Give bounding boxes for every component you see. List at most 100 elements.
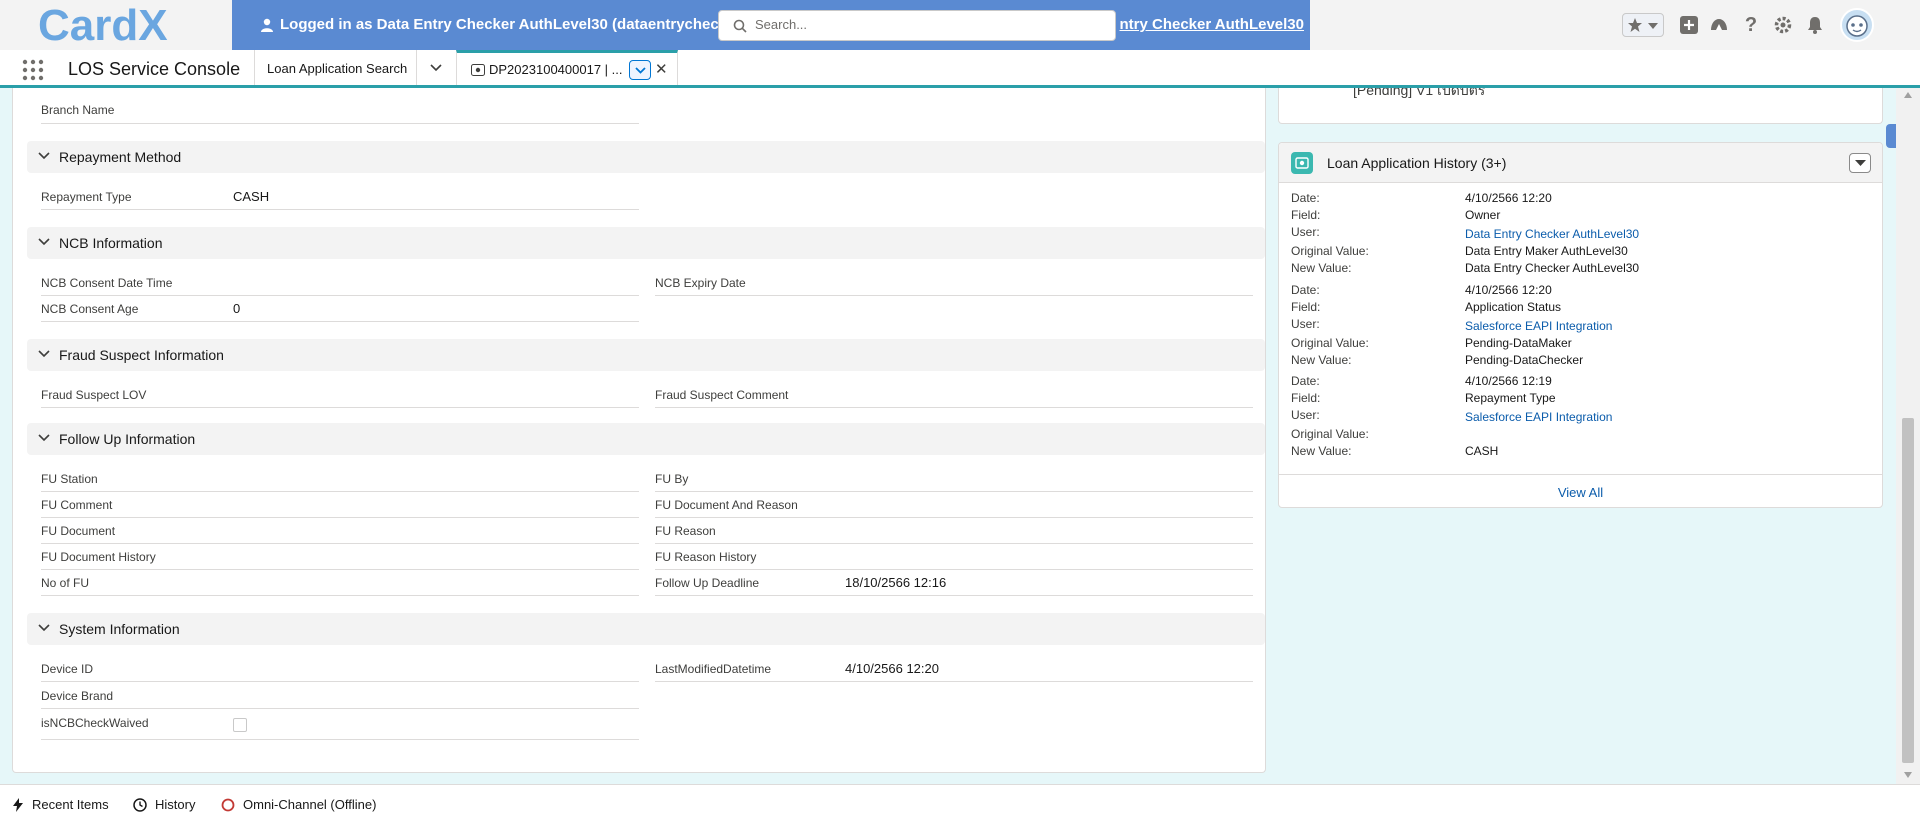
scroll-up-icon[interactable] bbox=[1904, 92, 1912, 98]
section-follow-up[interactable]: Follow Up Information bbox=[27, 423, 1265, 455]
scroll-thumb[interactable] bbox=[1902, 418, 1914, 763]
close-tab-icon[interactable]: ✕ bbox=[655, 60, 668, 78]
row-value: Data Entry Maker AuthLevel30 bbox=[1465, 244, 1628, 258]
field-fu-station: FU Station bbox=[41, 466, 639, 492]
utility-history[interactable]: History bbox=[133, 797, 195, 812]
section-ncb-information[interactable]: NCB Information bbox=[27, 227, 1265, 259]
field-label: FU Document bbox=[41, 524, 116, 538]
loan-application-history-card: Loan Application History (3+) Date: 4/10/… bbox=[1278, 142, 1883, 508]
row-value: Repayment Type bbox=[1465, 391, 1556, 405]
offline-status-icon bbox=[221, 798, 235, 811]
page-scrollbar[interactable] bbox=[1896, 88, 1920, 784]
field-value: 0 bbox=[233, 301, 241, 316]
field-fu-reason: FU Reason bbox=[655, 518, 1253, 544]
field-fraud-suspect-comment: Fraud Suspect Comment bbox=[655, 382, 1253, 408]
section-fraud-suspect[interactable]: Fraud Suspect Information bbox=[27, 339, 1265, 371]
field-label: Fraud Suspect Comment bbox=[655, 388, 789, 402]
field-label: NCB Expiry Date bbox=[655, 276, 746, 290]
field-label: Repayment Type bbox=[41, 190, 132, 204]
tab-loan-application-record[interactable]: DP2023100400017 | ... ✕ bbox=[456, 50, 678, 85]
avatar-icon bbox=[1846, 15, 1868, 37]
history-row-field: Field: Owner bbox=[1291, 208, 1871, 225]
history-row-new: New Value: CASH bbox=[1291, 444, 1871, 461]
card-title: Loan Application History (3+) bbox=[1327, 155, 1507, 171]
field-value: 18/10/2566 12:16 bbox=[845, 575, 947, 590]
user-link[interactable]: Salesforce EAPI Integration bbox=[1465, 410, 1612, 424]
login-as-link[interactable]: ntry Checker AuthLevel30 bbox=[1104, 16, 1304, 33]
card-header: Loan Application History (3+) bbox=[1279, 143, 1882, 183]
field-label: NCB Consent Date Time bbox=[41, 276, 173, 290]
row-label: Date: bbox=[1291, 374, 1320, 388]
global-search[interactable] bbox=[718, 10, 1116, 41]
help-button[interactable]: ? bbox=[1740, 14, 1762, 36]
tab-label: DP2023100400017 | ... bbox=[489, 62, 623, 77]
svg-text:CardX: CardX bbox=[38, 2, 168, 48]
nav-menu-button[interactable] bbox=[416, 50, 456, 85]
workspace: Branch Name Repayment Method Repayment T… bbox=[0, 88, 1920, 784]
field-label: Branch Name bbox=[41, 103, 115, 117]
field-repayment-type: Repayment Type CASH bbox=[41, 184, 639, 210]
setup-button[interactable] bbox=[1772, 14, 1794, 36]
field-branch-name: Branch Name bbox=[41, 88, 639, 124]
app-launcher-icon[interactable] bbox=[22, 59, 44, 81]
tab-label: Loan Application Search bbox=[267, 61, 408, 76]
row-value: Pending-DataMaker bbox=[1465, 336, 1572, 350]
field-fu-comment: FU Comment bbox=[41, 492, 639, 518]
field-fu-document: FU Document bbox=[41, 518, 639, 544]
search-input[interactable] bbox=[755, 17, 1095, 32]
scroll-down-icon[interactable] bbox=[1904, 772, 1912, 778]
utility-omni-channel[interactable]: Omni-Channel (Offline) bbox=[221, 797, 376, 812]
row-value: Application Status bbox=[1465, 300, 1562, 314]
favorites-button[interactable] bbox=[1622, 13, 1664, 37]
field-label: No of FU bbox=[41, 576, 90, 590]
row-label: Date: bbox=[1291, 191, 1320, 205]
field-label: FU By bbox=[655, 472, 689, 486]
tab-loan-application-search[interactable]: Loan Application Search bbox=[254, 50, 416, 85]
section-title: Follow Up Information bbox=[59, 431, 196, 447]
lightning-icon bbox=[13, 797, 23, 812]
search-icon bbox=[733, 19, 747, 33]
pending-card: [Pending] V1 เปิดบัตร bbox=[1278, 88, 1883, 124]
app-name: LOS Service Console bbox=[68, 59, 241, 79]
record-detail-panel: Branch Name Repayment Method Repayment T… bbox=[12, 88, 1266, 773]
field-follow-up-deadline: Follow Up Deadline 18/10/2566 12:16 bbox=[655, 570, 1253, 596]
user-link[interactable]: Data Entry Checker AuthLevel30 bbox=[1465, 227, 1639, 241]
trailhead-button[interactable] bbox=[1708, 14, 1730, 36]
section-title: Repayment Method bbox=[59, 149, 182, 165]
field-label: FU Document And Reason bbox=[655, 498, 798, 512]
favorites-star-icon bbox=[1628, 18, 1642, 32]
avatar[interactable] bbox=[1840, 8, 1874, 42]
field-value: CASH bbox=[233, 189, 270, 204]
tab-actions-button[interactable] bbox=[629, 60, 651, 80]
panel-collapse-handle[interactable] bbox=[1886, 124, 1896, 148]
chevron-down-icon bbox=[635, 67, 646, 74]
utility-label: Recent Items bbox=[32, 797, 109, 812]
notifications-button[interactable] bbox=[1804, 14, 1826, 36]
field-fu-reason-history: FU Reason History bbox=[655, 544, 1253, 570]
field-device-id: Device ID bbox=[41, 656, 639, 682]
field-ncb-consent-datetime: NCB Consent Date Time bbox=[41, 270, 639, 296]
field-label: Follow Up Deadline bbox=[655, 576, 760, 590]
row-label: Original Value: bbox=[1291, 244, 1369, 258]
user-link[interactable]: Salesforce EAPI Integration bbox=[1465, 319, 1612, 333]
field-ncb-consent-age: NCB Consent Age 0 bbox=[41, 296, 639, 322]
row-label: Field: bbox=[1291, 391, 1321, 405]
field-label: FU Reason bbox=[655, 524, 716, 538]
history-row-field: Field: Repayment Type bbox=[1291, 391, 1871, 408]
field-label: isNCBCheckWaived bbox=[41, 716, 149, 730]
view-all-link[interactable]: View All bbox=[1279, 474, 1882, 508]
global-actions-button[interactable] bbox=[1678, 14, 1700, 36]
history-row-original: Original Value: Pending-DataMaker bbox=[1291, 336, 1871, 353]
section-system-information[interactable]: System Information bbox=[27, 613, 1265, 645]
row-label: Original Value: bbox=[1291, 336, 1369, 350]
section-repayment-method[interactable]: Repayment Method bbox=[27, 141, 1265, 173]
field-is-ncb-check-waived: isNCBCheckWaived bbox=[41, 710, 639, 740]
history-row-user: User: Data Entry Checker AuthLevel30 bbox=[1291, 225, 1871, 242]
card-actions-button[interactable] bbox=[1849, 153, 1871, 173]
row-value: Data Entry Checker AuthLevel30 bbox=[1465, 261, 1640, 275]
utility-recent-items[interactable]: Recent Items bbox=[12, 797, 109, 812]
history-row-user: User: Salesforce EAPI Integration bbox=[1291, 408, 1871, 425]
field-label: Device Brand bbox=[41, 689, 114, 703]
cardx-logo[interactable]: CardX bbox=[36, 2, 226, 48]
chevron-down-icon bbox=[1648, 23, 1658, 29]
